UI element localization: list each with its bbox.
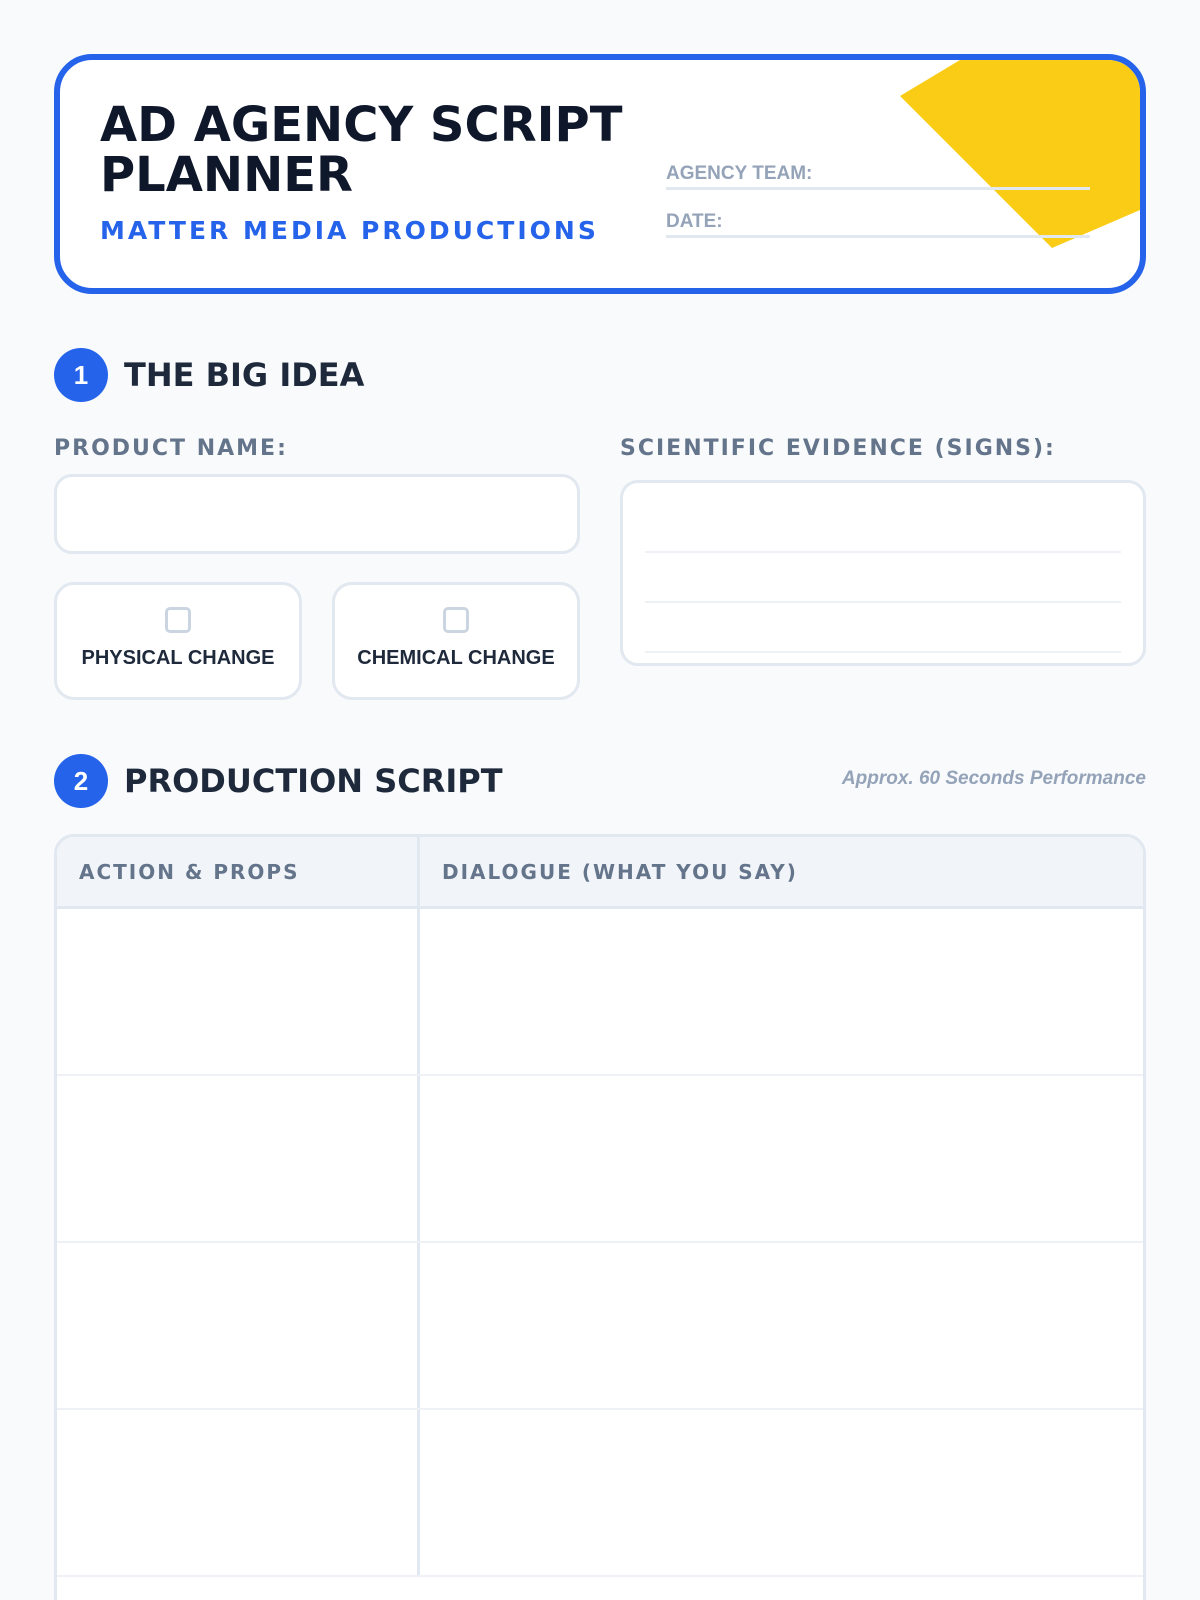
- agency-team-label: AGENCY TEAM:: [666, 163, 813, 184]
- performance-length-note: Approx. 60 Seconds Performance: [841, 768, 1146, 789]
- action-cell[interactable]: [57, 1076, 420, 1241]
- chemical-change-option[interactable]: CHEMICAL CHANGE: [332, 582, 580, 700]
- header-meta-fields: AGENCY TEAM: DATE:: [666, 160, 1090, 256]
- dialogue-cell[interactable]: [420, 1243, 1143, 1408]
- header-card: AD AGENCY SCRIPT PLANNER MATTER MEDIA PR…: [54, 54, 1146, 294]
- script-table: ACTION & PROPS DIALOGUE (WHAT YOU SAY): [54, 834, 1146, 1600]
- evidence-line: [645, 603, 1121, 653]
- evidence-line: [645, 503, 1121, 553]
- dialogue-cell[interactable]: [420, 909, 1143, 1074]
- product-name-label: PRODUCT NAME:: [54, 436, 288, 461]
- table-row: [57, 1076, 1143, 1243]
- header-title-block: AD AGENCY SCRIPT PLANNER MATTER MEDIA PR…: [100, 100, 660, 245]
- table-row: [57, 909, 1143, 1076]
- page-subtitle: MATTER MEDIA PRODUCTIONS: [100, 216, 599, 245]
- product-name-input[interactable]: [54, 474, 580, 554]
- column-header-action-props: ACTION & PROPS: [57, 837, 420, 906]
- section-title: THE BIG IDEA: [124, 356, 365, 394]
- section-production-script-header: 2 PRODUCTION SCRIPT: [54, 754, 503, 808]
- column-header-dialogue: DIALOGUE (WHAT YOU SAY): [442, 859, 798, 884]
- action-cell[interactable]: [57, 1243, 420, 1408]
- dialogue-cell[interactable]: [420, 1410, 1143, 1575]
- section-title: PRODUCTION SCRIPT: [124, 762, 503, 800]
- table-row: [57, 1243, 1143, 1410]
- table-row: [57, 1410, 1143, 1577]
- physical-change-checkbox[interactable]: [165, 607, 191, 633]
- table-header-row: ACTION & PROPS DIALOGUE (WHAT YOU SAY): [57, 837, 1143, 909]
- dialogue-cell[interactable]: [420, 1076, 1143, 1241]
- script-planner-page: AD AGENCY SCRIPT PLANNER MATTER MEDIA PR…: [0, 0, 1200, 1600]
- scientific-evidence-input[interactable]: [620, 480, 1146, 666]
- agency-team-field[interactable]: AGENCY TEAM:: [666, 160, 1090, 190]
- chemical-change-label: CHEMICAL CHANGE: [357, 647, 555, 669]
- section-big-idea-header: 1 THE BIG IDEA: [54, 348, 364, 402]
- physical-change-label: PHYSICAL CHANGE: [81, 647, 275, 669]
- section-number-badge: 2: [54, 754, 108, 808]
- evidence-line: [645, 553, 1121, 603]
- date-field[interactable]: DATE:: [666, 208, 1090, 238]
- date-label: DATE:: [666, 211, 723, 232]
- section-number-badge: 1: [54, 348, 108, 402]
- chemical-change-checkbox[interactable]: [443, 607, 469, 633]
- action-cell[interactable]: [57, 1410, 420, 1575]
- scientific-evidence-label: SCIENTIFIC EVIDENCE (SIGNS):: [620, 436, 1056, 461]
- physical-change-option[interactable]: PHYSICAL CHANGE: [54, 582, 302, 700]
- page-title: AD AGENCY SCRIPT PLANNER: [100, 97, 623, 203]
- action-cell[interactable]: [57, 909, 420, 1074]
